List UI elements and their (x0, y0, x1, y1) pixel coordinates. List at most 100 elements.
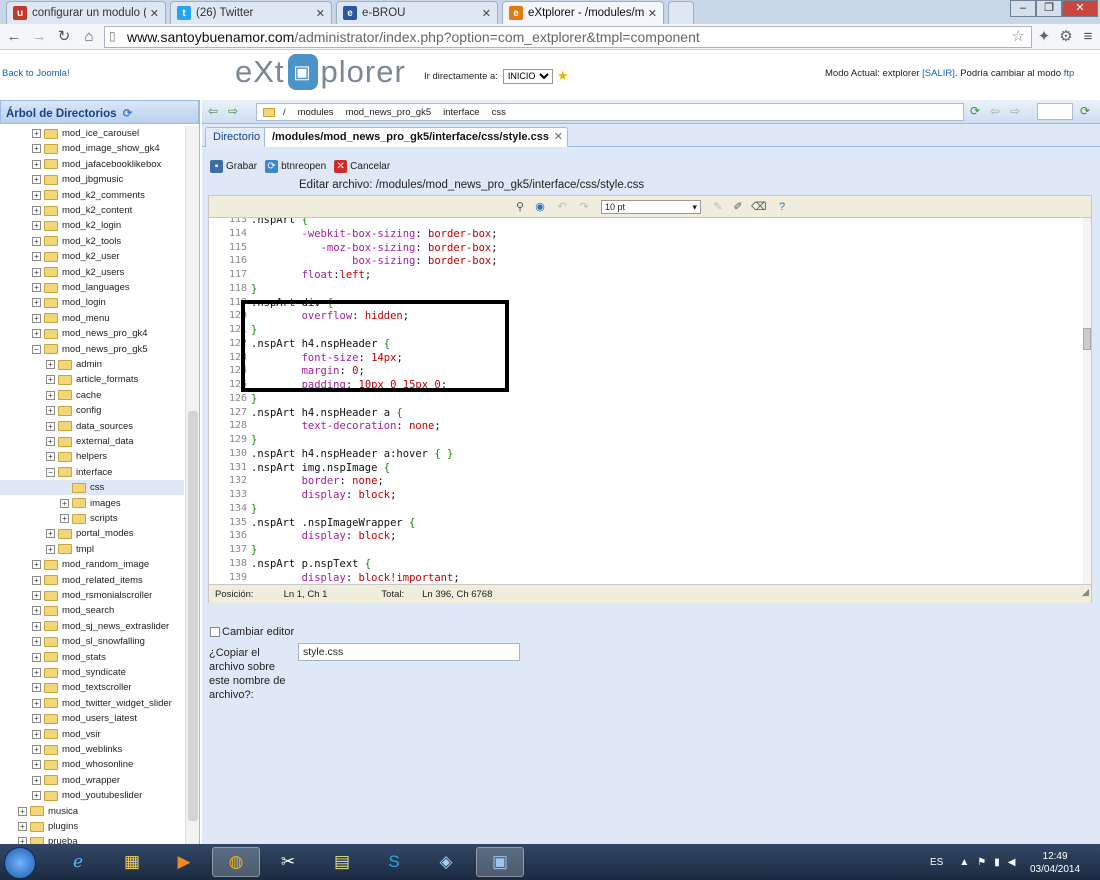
expand-icon[interactable]: + (32, 791, 41, 801)
refresh-tree-icon[interactable]: ⟳ (123, 108, 133, 120)
ie-icon[interactable]: ℯ (54, 847, 102, 877)
tree-node[interactable]: + mod_image_show_gk4 (0, 141, 184, 156)
tree-node[interactable]: + mod_wrapper (0, 773, 184, 788)
expand-icon[interactable]: + (60, 498, 69, 508)
tree-scrollbar-thumb[interactable] (188, 411, 198, 821)
resize-grip-icon[interactable]: ◢ (1082, 587, 1089, 598)
tree-node[interactable]: + helpers (0, 449, 184, 464)
expand-icon[interactable]: + (32, 283, 41, 292)
expand-icon[interactable]: + (32, 236, 41, 246)
close-tab-icon[interactable]: ✕ (554, 128, 563, 146)
expand-icon[interactable]: + (32, 298, 41, 308)
tree-node[interactable]: + cache (0, 388, 184, 403)
code-line[interactable]: .nspArt h4.nspHeader a { (251, 407, 403, 419)
expand-icon[interactable]: + (32, 221, 41, 231)
close-tab-icon[interactable]: ✕ (316, 7, 325, 20)
code-line[interactable]: box-sizing: border-box; (251, 255, 497, 267)
tools-icon[interactable]: ✂ (264, 847, 312, 877)
expand-icon[interactable]: + (32, 621, 41, 631)
code-scrollbar[interactable] (1083, 218, 1091, 584)
change-editor-checkbox[interactable] (210, 627, 220, 637)
tree-node[interactable]: + mod_textscroller (0, 680, 184, 695)
code-line[interactable]: text-decoration: none; (251, 420, 441, 432)
highlight-icon[interactable]: ✎ (711, 200, 725, 214)
maximize-icon[interactable]: ❐ (1036, 0, 1062, 17)
flag-icon[interactable]: ⚑ (977, 857, 986, 868)
crumb-2[interactable]: mod_news_pro_gk5 (346, 107, 432, 118)
tree-node[interactable]: + scripts (0, 511, 184, 526)
expand-icon[interactable]: + (60, 514, 69, 523)
expand-icon[interactable]: + (32, 252, 41, 262)
expand-icon[interactable]: + (32, 637, 41, 647)
tree-node[interactable]: + mod_k2_comments (0, 188, 184, 203)
expand-icon[interactable]: + (18, 806, 27, 816)
bookmark-star-icon[interactable]: ☆ (1012, 27, 1025, 45)
browser-tab-0[interactable]: u configurar un modulo (1/ ✕ (6, 1, 166, 24)
extension-icon[interactable]: ✦ (1034, 27, 1054, 47)
expand-icon[interactable]: + (32, 714, 41, 724)
code-line[interactable]: .nspArt img.nspImage { (251, 462, 390, 474)
tree-node[interactable]: + tmpl (0, 542, 184, 557)
screen-app-icon[interactable]: ▣ (476, 847, 524, 877)
save-button[interactable]: ▪ Grabar (210, 159, 257, 173)
expand-icon[interactable]: + (32, 267, 41, 277)
tree-node[interactable]: + mod_news_pro_gk4 (0, 326, 184, 341)
chrome-icon[interactable]: ◍ (212, 847, 260, 877)
cancel-button[interactable]: ✕ Cancelar (334, 159, 390, 173)
back-arrow-icon[interactable]: ← (4, 27, 24, 47)
expand-icon[interactable]: + (46, 421, 55, 431)
expand-icon[interactable]: + (32, 560, 41, 570)
expand-icon[interactable]: + (32, 159, 41, 169)
tab-file-editor[interactable]: /modules/mod_news_pro_gk5/interface/css/… (264, 127, 568, 147)
crumb-3[interactable]: interface (443, 107, 479, 118)
expand-icon[interactable]: + (32, 606, 41, 616)
expand-icon[interactable]: + (32, 760, 41, 770)
code-line[interactable]: display: block!important; (251, 572, 460, 584)
expand-icon[interactable]: + (18, 822, 27, 831)
clock[interactable]: 12:49 03/04/2014 (1030, 850, 1080, 876)
explorer-icon[interactable]: ▦ (108, 847, 156, 877)
expand-icon[interactable]: + (46, 529, 55, 539)
app-icon[interactable]: ◈ (422, 847, 470, 877)
code-line[interactable]: -moz-box-sizing: border-box; (251, 242, 498, 254)
tab-directorio[interactable]: Directorio (205, 127, 269, 147)
tree-node[interactable]: + musica (0, 804, 184, 819)
tree-node[interactable]: + mod_youtubeslider (0, 788, 184, 803)
eraser-icon[interactable]: ⌫ (751, 200, 767, 214)
tree-node[interactable]: + config (0, 403, 184, 418)
expand-icon[interactable]: + (32, 144, 41, 154)
forward-arrow-icon[interactable]: → (29, 27, 49, 47)
home-icon[interactable]: ⌂ (79, 27, 99, 47)
close-tab-icon[interactable]: ✕ (648, 7, 657, 20)
expand-icon[interactable]: + (46, 406, 55, 416)
logout-link[interactable]: [SALIR] (922, 68, 955, 79)
close-tab-icon[interactable]: ✕ (482, 7, 491, 20)
expand-icon[interactable]: + (46, 390, 55, 400)
crumb-0[interactable]: / (283, 107, 286, 118)
tree-node[interactable]: + mod_jafacebooklikebox (0, 157, 184, 172)
notes-icon[interactable]: ▤ (318, 847, 366, 877)
change-editor-option[interactable]: Cambiar editor (210, 626, 294, 638)
code-scrollbar-thumb[interactable] (1083, 328, 1091, 350)
code-line[interactable]: .nspArt .nspImageWrapper { (251, 517, 415, 529)
tree-node[interactable]: + mod_related_items (0, 573, 184, 588)
tree-node[interactable]: + mod_sj_news_extraslider (0, 619, 184, 634)
tree-node[interactable]: + mod_weblinks (0, 742, 184, 757)
goto-select[interactable]: INICIO (502, 68, 553, 84)
help-icon[interactable]: ? (775, 200, 789, 214)
code-line[interactable]: } (251, 393, 257, 405)
expand-icon[interactable]: + (32, 683, 41, 693)
code-line[interactable]: -webkit-box-sizing: border-box; (251, 228, 498, 240)
redo-icon[interactable]: ↷ (577, 200, 591, 214)
expand-icon[interactable]: + (32, 775, 41, 785)
expand-icon[interactable]: + (32, 591, 41, 600)
expand-icon[interactable]: + (46, 437, 55, 446)
media-player-icon[interactable]: ▶ (160, 847, 208, 877)
skype-icon[interactable]: S (370, 847, 418, 877)
tree-node[interactable]: + mod_syndicate (0, 665, 184, 680)
nav-forward-icon[interactable]: ⇨ (228, 104, 238, 118)
expand-icon[interactable]: + (32, 206, 41, 215)
reload-icon[interactable]: ↻ (54, 27, 74, 47)
up-arrow-icon[interactable]: ⇦ (990, 104, 1000, 118)
tree-node[interactable]: + mod_vsir (0, 727, 184, 742)
